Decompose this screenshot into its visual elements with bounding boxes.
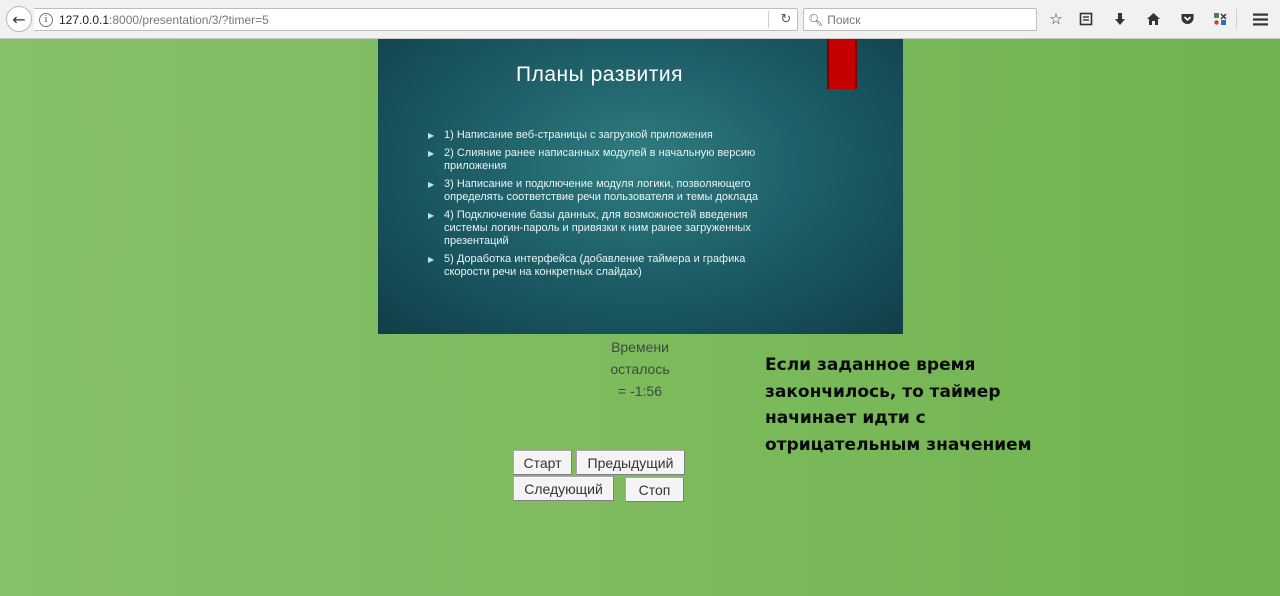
timer-label-line2: осталось: [610, 361, 670, 377]
slide-ribbon-decoration: [827, 39, 857, 89]
slide-bullet-item: ▶ 4) Подключение базы данных, для возможн…: [428, 209, 788, 248]
annotation-note: Если заданное время закончилось, то тайм…: [765, 352, 1045, 458]
bullet-arrow-icon: ▶: [428, 255, 435, 264]
note-line: закончилось, то таймер: [765, 381, 1001, 402]
slide-title: Планы развития: [516, 63, 683, 86]
slide-bullet-text: 4) Подключение базы данных, для возможно…: [444, 209, 751, 247]
pocket-icon[interactable]: [1177, 9, 1197, 29]
note-line: начинает идти с: [765, 408, 926, 428]
start-button[interactable]: Старт: [513, 450, 572, 475]
next-button[interactable]: Следующий: [513, 476, 614, 501]
search-input[interactable]: 🔍︎ Поиск: [803, 8, 1037, 31]
timer-value: = -1:56: [618, 383, 662, 399]
reading-list-icon[interactable]: [1076, 9, 1096, 29]
slide-bullet-text: 1) Написание веб-страницы с загрузкой пр…: [444, 129, 713, 141]
toolbar-divider: [1236, 9, 1237, 29]
stop-button[interactable]: Стоп: [625, 477, 684, 502]
slide-bullet-item: ▶ 3) Написание и подключение модуля логик…: [428, 178, 788, 204]
note-line: отрицательным значением: [765, 434, 1032, 455]
star-icon[interactable]: ☆: [1046, 9, 1066, 29]
slide-bullet-list: ▶ 1) Написание веб-страницы с загрузкой п…: [428, 129, 788, 284]
slide-bullet-item: ▶ 2) Слияние ранее написанных модулей в н…: [428, 147, 788, 173]
note-line: Если заданное время: [765, 355, 976, 375]
extension-icon[interactable]: [1210, 9, 1230, 29]
url-divider: [768, 11, 769, 28]
bullet-arrow-icon: ▶: [428, 180, 435, 189]
browser-toolbar: ← i 127.0.0.1:8000/presentation/3/?timer…: [0, 0, 1280, 39]
back-arrow-icon[interactable]: ←: [6, 6, 32, 32]
reload-icon[interactable]: ↻: [775, 12, 797, 27]
slide-bullet-text: 2) Слияние ранее написанных модулей в на…: [444, 147, 756, 172]
bullet-arrow-icon: ▶: [428, 131, 435, 140]
timer-display: Времени осталось = -1:56: [580, 336, 700, 402]
menu-icon[interactable]: [1250, 9, 1270, 29]
presentation-slide: Планы развития ▶ 1) Написание веб-страниц…: [378, 39, 903, 334]
slide-bullet-text: 3) Написание и подключение модуля логики…: [444, 178, 758, 203]
url-bar[interactable]: i 127.0.0.1:8000/presentation/3/?timer=5…: [34, 8, 798, 31]
info-icon[interactable]: i: [39, 12, 53, 27]
download-icon[interactable]: [1110, 9, 1130, 29]
url-path: :8000/presentation/3/?timer=5: [109, 12, 269, 27]
bullet-arrow-icon: ▶: [428, 149, 435, 158]
search-icon: 🔍︎: [808, 12, 824, 27]
slide-bullet-item: ▶ 5) Доработка интерфейса (добавление тай…: [428, 253, 788, 279]
slide-bullet-item: ▶ 1) Написание веб-страницы с загрузкой п…: [428, 129, 788, 142]
slide-bullet-text: 5) Доработка интерфейса (добавление тайм…: [444, 253, 746, 278]
timer-label-line1: Времени: [611, 339, 669, 355]
bullet-arrow-icon: ▶: [428, 211, 435, 220]
search-placeholder: Поиск: [827, 12, 861, 27]
previous-button[interactable]: Предыдущий: [576, 450, 685, 475]
url-host: 127.0.0.1: [59, 12, 110, 27]
url-text[interactable]: 127.0.0.1:8000/presentation/3/?timer=5: [59, 13, 768, 27]
home-icon[interactable]: [1143, 9, 1163, 29]
